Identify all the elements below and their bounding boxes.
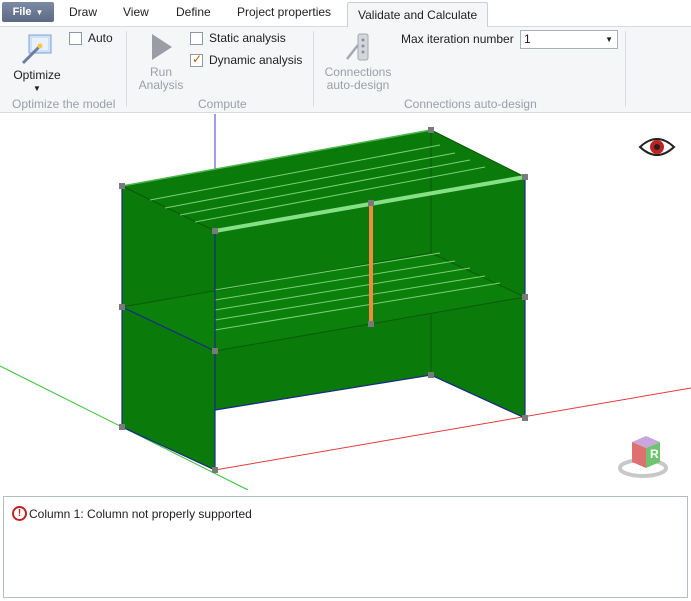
max-iteration-select[interactable]: 1 ▼ xyxy=(520,30,618,49)
dynamic-analysis-label: Dynamic analysis xyxy=(209,53,303,67)
file-menu-button[interactable]: File ▼ xyxy=(2,2,54,22)
chevron-down-icon: ▼ xyxy=(35,7,44,17)
auto-checkbox[interactable]: Auto xyxy=(69,31,113,45)
tab-validate-and-calculate[interactable]: Validate and Calculate xyxy=(347,2,489,28)
group-divider xyxy=(625,31,626,107)
eye-visibility-icon[interactable] xyxy=(638,134,676,160)
optimize-label: Optimize xyxy=(13,68,61,82)
group-divider xyxy=(126,31,127,107)
view-cube-icon xyxy=(618,436,668,478)
run-analysis-button[interactable]: Run Analysis xyxy=(136,31,186,92)
view-cube[interactable]: R xyxy=(618,432,668,478)
message-text: Column 1: Column not properly supported xyxy=(29,506,252,521)
tab-project-properties[interactable]: Project properties xyxy=(237,5,331,19)
optimize-wand-icon xyxy=(21,34,52,65)
play-icon xyxy=(152,34,172,60)
tab-view[interactable]: View xyxy=(123,5,149,19)
static-analysis-checkbox-box[interactable] xyxy=(190,31,203,45)
group-label-compute: Compute xyxy=(198,97,247,111)
auto-checkbox-label: Auto xyxy=(88,31,113,45)
group-label-optimize: Optimize the model xyxy=(12,97,116,111)
connections-auto-design-button[interactable]: Connections auto-design xyxy=(322,31,394,92)
run-analysis-label-2: Analysis xyxy=(138,78,184,92)
chevron-down-icon: ▼ xyxy=(33,84,41,93)
messages-panel: ! Column 1: Column not properly supporte… xyxy=(3,496,688,598)
3d-viewport[interactable]: R xyxy=(0,114,691,490)
chevron-down-icon: ▼ xyxy=(605,35,613,44)
connections-label-2: auto-design xyxy=(326,78,390,92)
group-divider xyxy=(313,31,314,107)
ribbon-panel: Optimize ▼ Auto Optimize the model Run A… xyxy=(0,27,691,113)
group-label-connections: Connections auto-design xyxy=(404,97,537,111)
model-canvas[interactable] xyxy=(0,114,691,490)
max-iteration-label: Max iteration number xyxy=(401,32,514,46)
view-cube-face-label: R xyxy=(650,447,659,461)
tab-draw[interactable]: Draw xyxy=(69,5,97,19)
static-analysis-label: Static analysis xyxy=(209,31,286,45)
optimize-button[interactable]: Optimize ▼ xyxy=(10,31,64,95)
message-row[interactable]: ! Column 1: Column not properly supporte… xyxy=(12,506,252,521)
connections-wand-icon xyxy=(346,33,369,61)
auto-checkbox-box[interactable] xyxy=(69,31,82,45)
static-analysis-checkbox[interactable]: Static analysis xyxy=(190,31,286,45)
max-iteration-value: 1 xyxy=(524,32,531,46)
dynamic-analysis-checkbox-box[interactable] xyxy=(190,52,203,67)
tab-define[interactable]: Define xyxy=(176,5,211,19)
file-menu-label: File xyxy=(12,6,32,18)
error-icon: ! xyxy=(12,506,27,521)
dynamic-analysis-checkbox[interactable]: Dynamic analysis xyxy=(190,52,303,67)
ribbon-tab-bar: File ▼ Draw View Define Project properti… xyxy=(0,0,691,28)
